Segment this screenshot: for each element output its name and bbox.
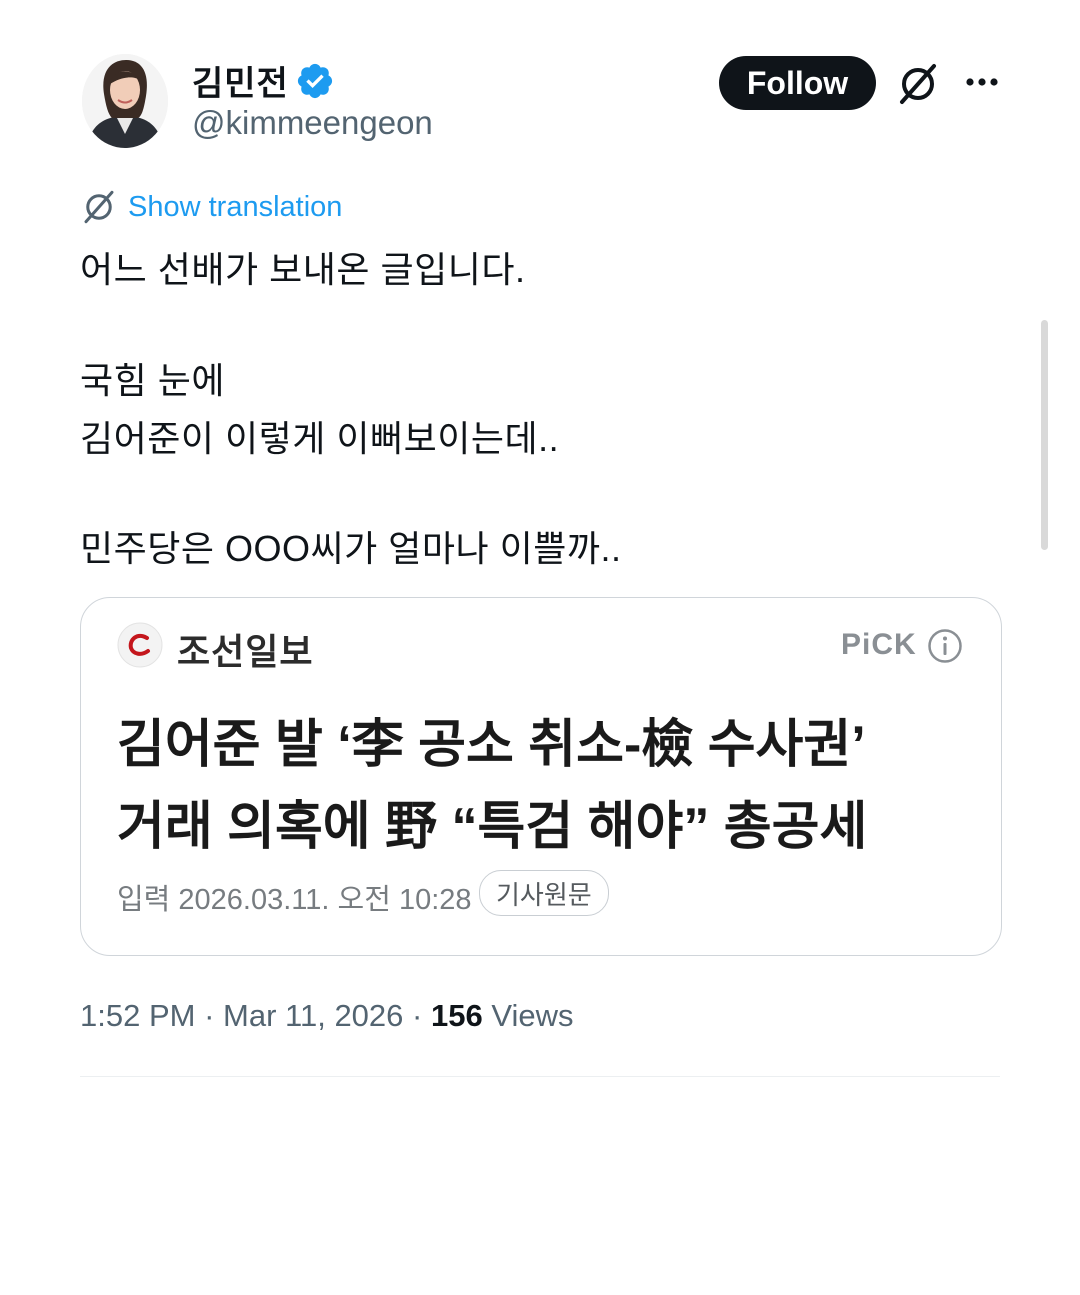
follow-button[interactable]: Follow <box>719 56 876 110</box>
press-name: 조선일보 <box>177 631 314 672</box>
grok-translate-icon <box>84 190 114 224</box>
views-count: 156 <box>430 998 483 1033</box>
divider <box>80 1076 1000 1077</box>
tweet-text-line: 국힘 눈에 <box>80 360 225 401</box>
article-input-date: 입력 2026.03.11. 오전 10:28 <box>117 884 472 916</box>
author-display-name[interactable]: 김민전 <box>192 56 289 105</box>
show-translation-button[interactable]: Show translation <box>80 188 342 226</box>
profile-photo <box>82 54 168 148</box>
more-dots-icon[interactable] <box>962 62 1002 102</box>
tweet-date[interactable]: Mar 11, 2026 <box>223 998 403 1033</box>
tweet-text-line: 김어준이 이렇게 이뻐보이는데.. <box>80 418 560 459</box>
original-article-button[interactable]: 기사원문 <box>479 870 609 916</box>
author-name-row[interactable]: 김민전 <box>192 56 335 105</box>
meta-separator: · <box>412 998 423 1033</box>
card-headline-line[interactable]: 김어준 발 ‘李 공소 취소-檢 수사권’ <box>117 702 866 777</box>
avatar[interactable] <box>82 54 168 148</box>
meta-separator: · <box>204 998 215 1033</box>
tweet-text-line: 민주당은 OOO씨가 얼마나 이쁠까.. <box>80 528 622 569</box>
tweet-time[interactable]: 1:52 PM <box>80 998 195 1033</box>
press-logo-icon <box>117 622 163 668</box>
verified-badge-icon <box>297 63 332 98</box>
scrollbar[interactable] <box>1041 320 1048 550</box>
tweet-text-line: 어느 선배가 보내온 글입니다. <box>80 249 526 290</box>
views-label: Views <box>491 998 574 1033</box>
news-card[interactable]: 조선일보 PiCK 김어준 발 ‘李 공소 취소-檢 수사권’ 거래 의혹에 野… <box>80 597 1002 956</box>
info-icon[interactable] <box>927 628 963 664</box>
author-handle[interactable]: @kimmeengeon <box>192 104 433 142</box>
card-headline-line[interactable]: 거래 의혹에 野 “특검 해야” 총공세 <box>117 784 867 859</box>
grok-icon[interactable] <box>896 62 940 106</box>
tweet-meta: 1:52 PM · Mar 11, 2026 · 156 Views <box>80 998 573 1034</box>
show-translation-label[interactable]: Show translation <box>128 191 342 224</box>
pick-label: PiCK <box>841 628 917 661</box>
